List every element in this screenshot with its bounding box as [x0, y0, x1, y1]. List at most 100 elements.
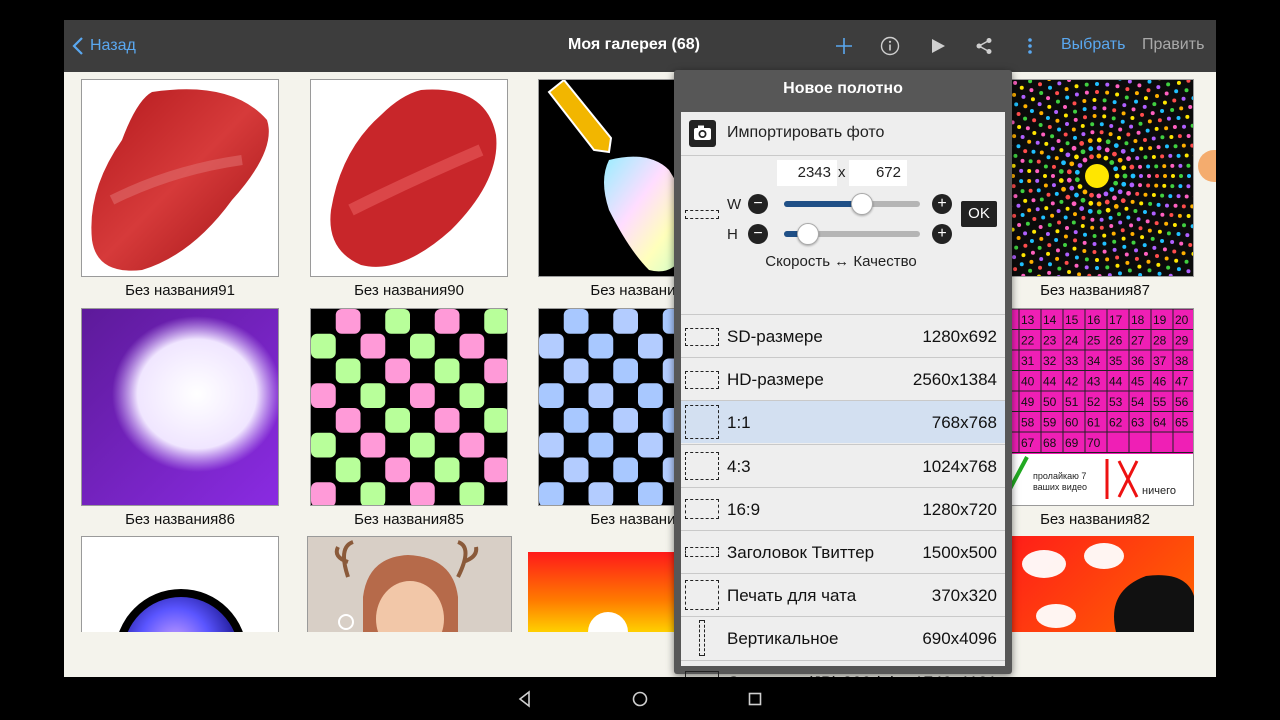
preset-size: 370x320	[931, 586, 997, 606]
custom-size-icon	[685, 210, 719, 219]
gallery-item[interactable]	[996, 536, 1194, 632]
back-button[interactable]: Назад	[72, 34, 136, 58]
width-slider-handle[interactable]	[850, 193, 873, 215]
edit-button[interactable]: Править	[1142, 36, 1204, 54]
select-button[interactable]: Выбрать	[1061, 36, 1125, 54]
preset-size: 1500x500	[922, 543, 997, 562]
grid-number: 44	[1109, 375, 1123, 389]
grid-number: 26	[1109, 334, 1123, 348]
preset-row[interactable]: 1:1 768x768	[681, 400, 1005, 444]
grid-number: 52	[1087, 395, 1101, 409]
artwork-caption: Без названия86	[125, 511, 235, 528]
chevron-left-icon	[72, 37, 83, 55]
width-slider[interactable]	[784, 193, 920, 215]
artwork-thumbnail	[307, 536, 512, 632]
grid-number: 28	[1153, 334, 1167, 348]
width-plus-button[interactable]: +	[932, 194, 952, 214]
nav-recents-button[interactable]	[745, 689, 765, 709]
custom-size-panel: 2343 x 672 W − + H − + OK Скорость ↔ Кач…	[681, 155, 1005, 271]
nav-back-button[interactable]	[515, 689, 535, 709]
grid-number: 27	[1131, 334, 1145, 348]
share-icon	[976, 38, 992, 54]
aspect-ratio-icon	[685, 328, 719, 346]
aspect-ratio-icon	[685, 371, 719, 390]
gallery-item[interactable]: Без названия90	[310, 79, 508, 299]
minus-icon: −	[753, 225, 763, 242]
preset-size: 768x768	[931, 413, 997, 433]
grid-number: 45	[1131, 375, 1145, 389]
gallery-item[interactable]: 7069686766656463626160595857565554535251…	[996, 308, 1194, 528]
artwork-thumbnail	[81, 536, 279, 632]
grid-number: 13	[1021, 313, 1035, 327]
grid-number: 14	[1043, 313, 1057, 327]
preset-label: Заголовок Твиттер	[727, 543, 875, 562]
grid-number: 15	[1065, 313, 1079, 327]
gallery-item[interactable]: Без названия87	[996, 79, 1194, 299]
grid-number: 40	[1021, 375, 1035, 389]
grid-number: 64	[1153, 416, 1167, 430]
artwork-thumbnail	[310, 79, 508, 277]
grid-number: 36	[1131, 354, 1145, 368]
minus-icon: −	[753, 195, 763, 212]
gallery-item[interactable]: Без названия86	[81, 308, 279, 528]
nav-home-icon	[632, 691, 648, 707]
preset-label: 16:9	[727, 499, 761, 519]
preset-size: 1280x692	[922, 327, 997, 346]
ok-button[interactable]: OK	[961, 201, 997, 227]
artwork-caption: Без названия90	[354, 282, 464, 299]
aspect-ratio-icon	[685, 580, 719, 611]
gallery-item[interactable]	[307, 536, 512, 632]
preset-row[interactable]: 16:9 1280x720	[681, 486, 1005, 530]
preset-row[interactable]: Заголовок Твиттер 1500x500	[681, 530, 1005, 573]
artwork-thumbnail: 7069686766656463626160595857565554535251…	[996, 308, 1194, 506]
nav-home-button[interactable]	[630, 689, 650, 709]
height-label: H	[727, 226, 738, 243]
gallery-item[interactable]: Без названия91	[81, 79, 279, 299]
new-canvas-popup: Новое полотно Импортировать фото 2343 x …	[674, 70, 1012, 693]
aspect-ratio-icon	[685, 498, 719, 519]
plus-icon	[836, 38, 852, 54]
grid-number: 61	[1087, 416, 1101, 430]
grid-number: 37	[1153, 354, 1167, 368]
share-button[interactable]	[972, 34, 996, 58]
play-icon	[932, 39, 945, 53]
preset-row[interactable]: SD-размере 1280x692	[681, 314, 1005, 357]
preset-row[interactable]: HD-размере 2560x1384	[681, 357, 1005, 400]
preset-label: HD-размере	[727, 370, 824, 390]
plus-icon: +	[937, 195, 947, 212]
play-button[interactable]	[926, 34, 950, 58]
gallery-item[interactable]	[81, 536, 279, 632]
width-minus-button[interactable]: −	[748, 194, 768, 214]
info-button[interactable]	[878, 34, 902, 58]
height-minus-button[interactable]: −	[748, 224, 768, 244]
height-plus-button[interactable]: +	[932, 224, 952, 244]
height-input[interactable]: 672	[849, 160, 907, 186]
canvas-size-list: Импортировать фото 2343 x 672 W − + H − …	[681, 112, 1005, 693]
grid-number: 19	[1153, 313, 1167, 327]
nav-recents-icon	[748, 692, 762, 706]
preset-row[interactable]: Печать для чата 370x320	[681, 573, 1005, 616]
preset-label: SD-размере	[727, 327, 823, 346]
preset-row[interactable]: 4:3 1024x768	[681, 443, 1005, 487]
preset-label: Вертикальное	[727, 629, 839, 649]
artwork-caption: Без названия85	[354, 511, 464, 528]
thumb82-text-right: ничего	[1142, 485, 1176, 497]
height-slider[interactable]	[784, 223, 920, 245]
grid-number: 68	[1043, 436, 1057, 450]
grid-number: 31	[1021, 354, 1035, 368]
gallery-grid: Без названия91 Без названия90 Без назван…	[64, 72, 1216, 632]
width-label: W	[727, 196, 742, 213]
add-canvas-button[interactable]	[832, 34, 856, 58]
grid-number: 65	[1175, 416, 1189, 430]
width-input[interactable]: 2343	[777, 160, 837, 186]
grid-number: 53	[1109, 395, 1123, 409]
info-icon	[880, 36, 900, 56]
grid-number: 38	[1175, 354, 1189, 368]
preset-row[interactable]: Вертикальное 690x4096	[681, 616, 1005, 659]
height-slider-handle[interactable]	[797, 223, 820, 245]
import-photo-button[interactable]: Импортировать фото	[681, 112, 1005, 154]
more-button[interactable]	[1018, 34, 1042, 58]
artwork-thumbnail	[996, 536, 1194, 632]
gallery-item[interactable]: Без названия85	[310, 308, 508, 528]
more-vertical-icon	[1028, 38, 1032, 54]
